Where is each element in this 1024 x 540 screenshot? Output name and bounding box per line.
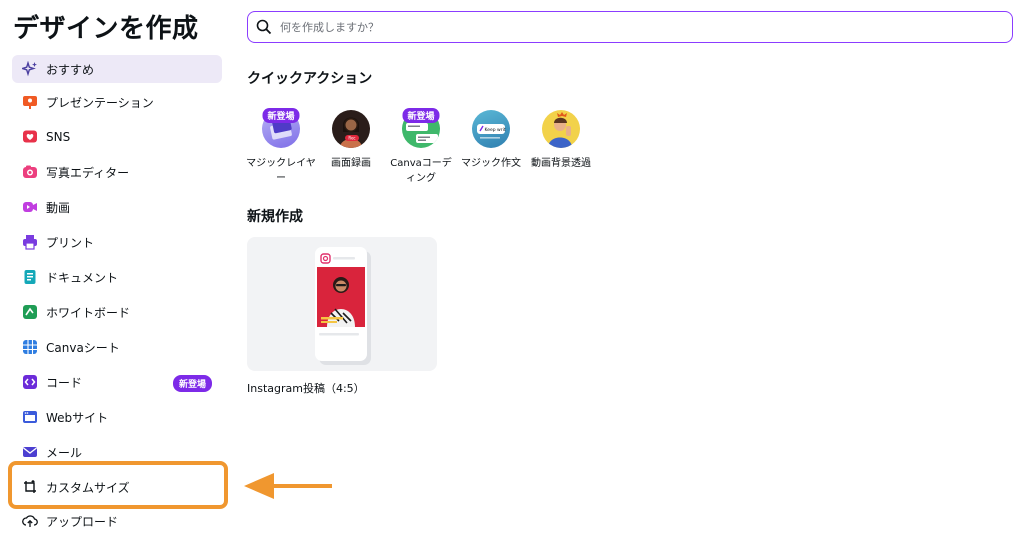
- new-badge: 新登場: [262, 108, 300, 123]
- sidebar-item-label: おすすめ: [46, 62, 95, 77]
- arrow-left-icon: [244, 473, 332, 499]
- template-card-instagram-post[interactable]: [247, 237, 437, 371]
- sidebar-item-label: SNS: [46, 130, 71, 144]
- quick-action-label: Canvaコーディング: [390, 158, 452, 184]
- document-icon: [22, 269, 38, 285]
- heart-icon: [22, 129, 38, 145]
- video-icon: [22, 199, 38, 215]
- sidebar-item-label: Webサイト: [46, 410, 109, 425]
- sidebar-item-label: アップロード: [46, 514, 119, 529]
- sidebar-item-label: ホワイトボード: [46, 305, 131, 320]
- sidebar-item-whiteboard[interactable]: ホワイトボード: [12, 298, 222, 326]
- sidebar-item-label: プレゼンテーション: [46, 95, 154, 110]
- whiteboard-icon: [22, 304, 38, 320]
- new-badge: 新登場: [402, 108, 440, 123]
- page-title: デザインを作成: [13, 14, 199, 44]
- magic-write-icon: Keep writ: [472, 110, 510, 148]
- screen-record-icon: Rec: [332, 110, 370, 148]
- record-badge-text: Rec: [348, 136, 355, 141]
- search-icon: [256, 19, 272, 35]
- quick-actions-title: クイックアクション: [247, 71, 373, 87]
- sidebar-item-print[interactable]: プリント: [12, 228, 222, 256]
- code-icon: [22, 374, 38, 390]
- sidebar-item-label: ドキュメント: [46, 270, 119, 285]
- highlight-box: [8, 461, 228, 509]
- sidebar-item-label: コード: [46, 375, 83, 390]
- quick-action-label: マジックレイヤー: [246, 158, 316, 184]
- template-card-label: Instagram投稿（4:5）: [247, 382, 365, 395]
- quick-action-screen-record[interactable]: Rec 画面録画: [316, 108, 386, 171]
- sidebar-item-video[interactable]: 動画: [12, 193, 222, 221]
- quick-action-magic-layer[interactable]: 新登場 マジックレイヤー: [246, 108, 316, 186]
- mail-icon: [22, 444, 38, 460]
- upload-icon: [22, 513, 38, 529]
- sidebar-item-website[interactable]: Webサイト: [12, 403, 222, 431]
- sidebar-item-document[interactable]: ドキュメント: [12, 263, 222, 291]
- quick-action-magic-write[interactable]: Keep writ マジック作文: [456, 108, 526, 171]
- sidebar-item-photo-editor[interactable]: 写真エディター: [12, 158, 222, 186]
- sparkle-icon: [22, 61, 38, 77]
- sheet-icon: [22, 339, 38, 355]
- sidebar-item-sns[interactable]: SNS: [12, 123, 222, 151]
- printer-icon: [22, 234, 38, 250]
- new-badge: 新登場: [172, 375, 212, 392]
- search-bar: [247, 11, 1013, 43]
- quick-action-video-bg-remover[interactable]: 動画背景透過: [526, 108, 596, 171]
- sidebar-item-presentation[interactable]: プレゼンテーション: [12, 88, 222, 116]
- sidebar-item-label: 動画: [46, 200, 71, 215]
- sidebar-item-label: プリント: [46, 235, 95, 250]
- sidebar-item-label: Canvaシート: [46, 340, 120, 355]
- video-bg-remover-icon: [542, 110, 580, 148]
- new-design-title: 新規作成: [247, 209, 303, 225]
- sidebar-item-label: 写真エディター: [46, 165, 130, 180]
- sidebar-item-recommended[interactable]: おすすめ: [12, 55, 222, 83]
- sidebar-item-code[interactable]: コード 新登場: [12, 368, 222, 396]
- quick-action-label: マジック作文: [461, 158, 521, 169]
- quick-action-label: 動画背景透過: [531, 158, 591, 169]
- quick-action-label: 画面録画: [331, 158, 371, 169]
- sidebar-item-upload[interactable]: アップロード: [12, 507, 222, 535]
- website-icon: [22, 409, 38, 425]
- sidebar-item-canva-sheet[interactable]: Canvaシート: [12, 333, 222, 361]
- instagram-post-thumbnail: [315, 247, 371, 365]
- write-chip-text: Keep writ: [485, 127, 506, 133]
- search-input[interactable]: [280, 20, 980, 34]
- presentation-icon: [22, 94, 38, 110]
- quick-action-canva-code[interactable]: 新登場 Canvaコーディング: [386, 108, 456, 186]
- sidebar-item-label: メール: [46, 445, 83, 460]
- camera-icon: [22, 164, 38, 180]
